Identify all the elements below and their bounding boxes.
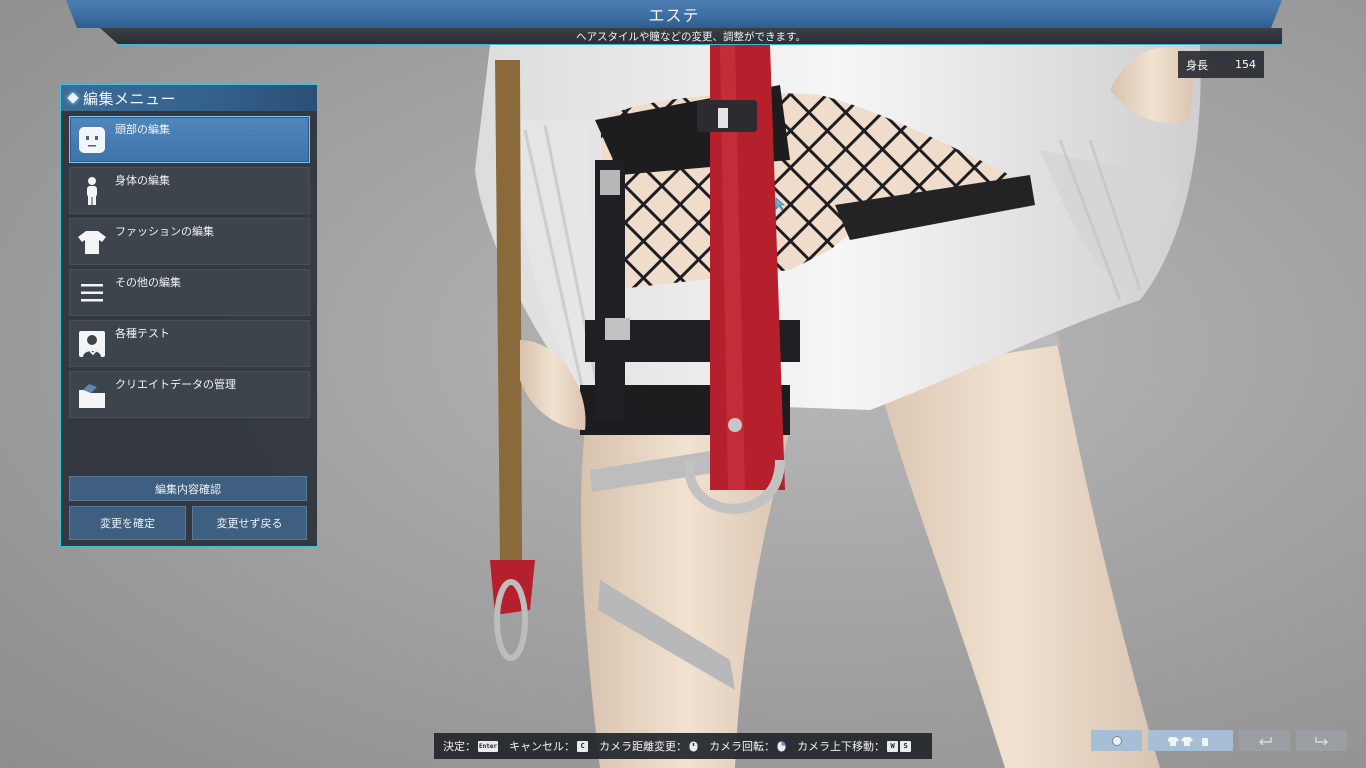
diamond-icon: [67, 92, 79, 104]
menu-item-create-data[interactable]: クリエイトデータの管理: [69, 371, 310, 418]
menu-item-fashion[interactable]: ファッションの編集: [69, 218, 310, 265]
height-label: 身長: [1186, 58, 1208, 72]
circle-icon: [1111, 735, 1122, 746]
edit-menu-header: 編集メニュー: [61, 85, 317, 111]
height-readout: 身長 154: [1178, 51, 1264, 78]
costume-icons: [1167, 736, 1208, 746]
w-key-icon: W: [887, 740, 899, 752]
guide-vertical-label: カメラ上下移動：: [797, 740, 886, 753]
undo-button[interactable]: [1239, 730, 1290, 751]
height-value: 154: [1235, 58, 1256, 71]
list-icon: [77, 278, 107, 308]
c-key-icon: C: [577, 740, 589, 752]
test-person-icon: [77, 329, 107, 359]
costume-toggle-button[interactable]: [1148, 730, 1233, 751]
menu-item-head[interactable]: 頭部の編集: [69, 116, 310, 163]
control-guide-bar: 決定： Enter キャンセル： C カメラ距離変更： カメラ回転： カメラ上下…: [434, 733, 932, 759]
guide-rotate: カメラ回転：: [709, 738, 786, 754]
guide-cancel: キャンセル： C: [509, 738, 589, 754]
screen-description: ヘアスタイルや瞳などの変更、調整ができます。: [576, 30, 806, 43]
mouse-right-button-icon: [777, 741, 786, 751]
folder-icon: [77, 380, 107, 410]
menu-item-label: クリエイトデータの管理: [115, 378, 236, 391]
s-key-icon: S: [900, 740, 912, 752]
guide-vertical: カメラ上下移動： W S: [797, 738, 912, 754]
body-icon: [77, 176, 107, 206]
discard-changes-button[interactable]: 変更せず戻る: [192, 506, 307, 540]
menu-item-label: 身体の編集: [115, 174, 170, 187]
menu-item-tests[interactable]: 各種テスト: [69, 320, 310, 367]
menu-item-body[interactable]: 身体の編集: [69, 167, 310, 214]
toggle-display-button[interactable]: [1091, 730, 1142, 751]
guide-zoom: カメラ距離変更：: [599, 738, 698, 754]
mouse-wheel-icon: [689, 741, 698, 751]
menu-item-label: その他の編集: [115, 276, 181, 289]
review-edits-button[interactable]: 編集内容確認: [69, 476, 307, 501]
edit-menu-title: 編集メニュー: [83, 89, 177, 108]
mouse-cursor-icon: [775, 197, 785, 211]
guide-cancel-label: キャンセル：: [509, 740, 576, 753]
confirm-changes-button[interactable]: 変更を確定: [69, 506, 186, 540]
redo-button[interactable]: [1296, 730, 1347, 751]
screen-title-banner: エステ: [66, 0, 1282, 28]
guide-confirm-label: 決定：: [443, 740, 476, 753]
screen-description-bar: ヘアスタイルや瞳などの変更、調整ができます。: [100, 28, 1282, 45]
guide-zoom-label: カメラ距離変更：: [599, 740, 688, 753]
enter-key-icon: Enter: [478, 740, 499, 752]
menu-item-label: 各種テスト: [115, 327, 170, 340]
edit-menu-panel: 編集メニュー 頭部の編集 身体の編集 ファッションの編集 その他の編集 各種テス…: [60, 84, 318, 547]
screen-title: エステ: [648, 6, 700, 25]
menu-item-label: 頭部の編集: [115, 123, 170, 136]
menu-item-other[interactable]: その他の編集: [69, 269, 310, 316]
redo-icon: [1314, 736, 1328, 745]
guide-confirm: 決定： Enter: [443, 738, 499, 754]
face-icon: [77, 125, 107, 155]
undo-icon: [1258, 736, 1272, 745]
menu-item-label: ファッションの編集: [115, 225, 214, 238]
guide-rotate-label: カメラ回転：: [709, 740, 776, 753]
shirt-icon: [77, 227, 107, 257]
